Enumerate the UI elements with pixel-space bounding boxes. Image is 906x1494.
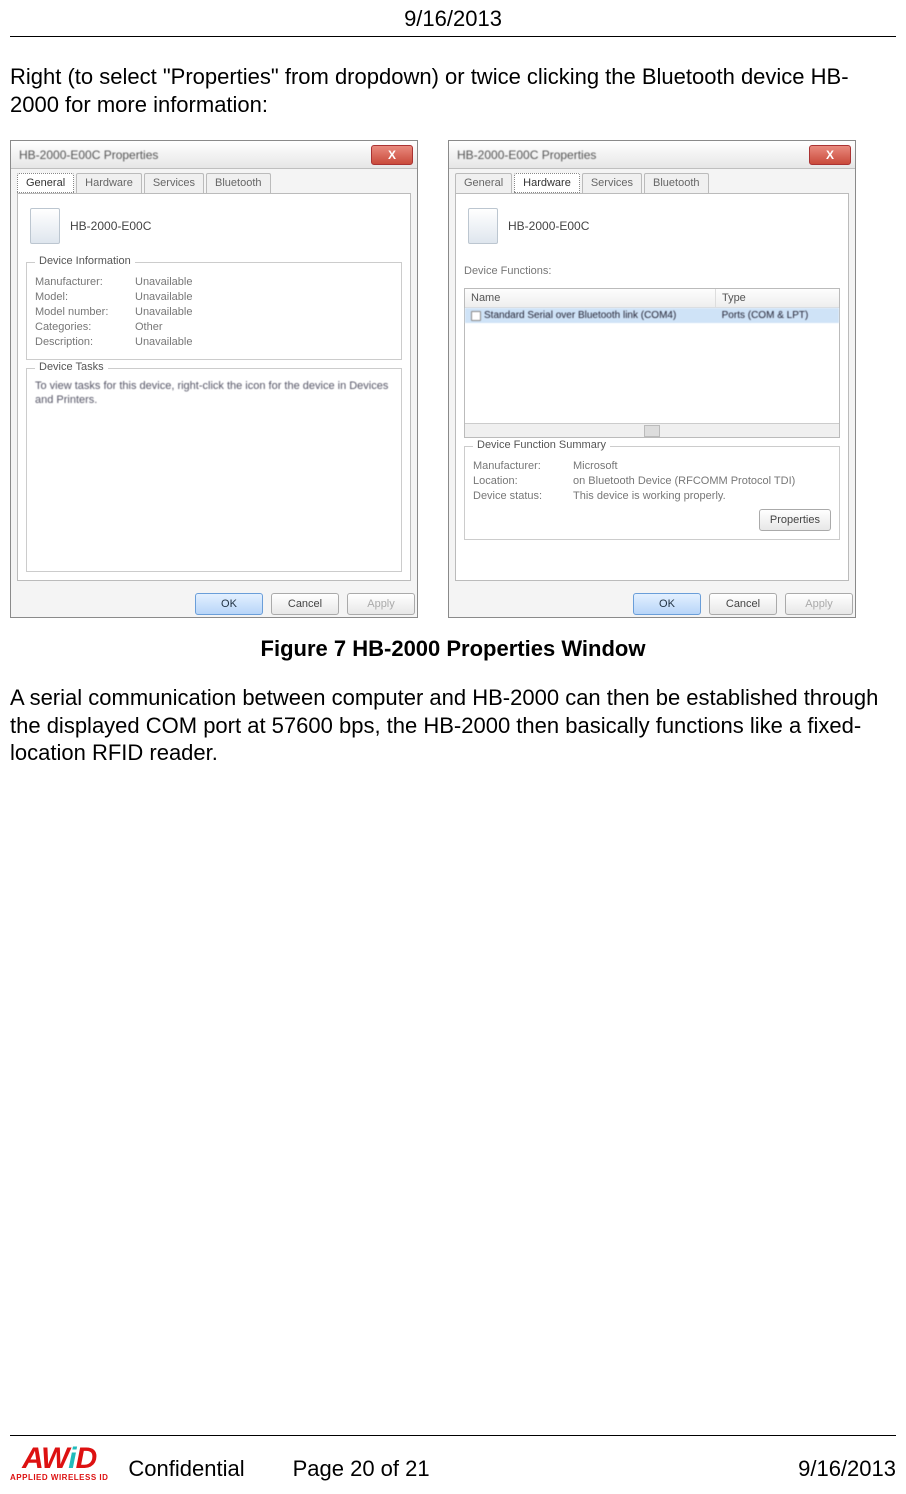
device-functions-label: Device Functions: bbox=[464, 265, 551, 277]
value-device-status: This device is working properly. bbox=[573, 490, 726, 502]
tab-strip: General Hardware Services Bluetooth bbox=[11, 169, 417, 193]
footer-confidential: Confidential bbox=[128, 1456, 244, 1482]
awid-logo: AWiD APPLIED WIRELESS ID bbox=[10, 1444, 108, 1482]
ok-button[interactable]: OK bbox=[195, 593, 263, 615]
label-location: Location: bbox=[473, 475, 573, 487]
list-item-name: Standard Serial over Bluetooth link (COM… bbox=[484, 310, 676, 321]
dialog-button-row: OK Cancel Apply bbox=[11, 587, 417, 617]
device-name: HB-2000-E00C bbox=[70, 219, 151, 233]
figures-row: HB-2000-E00C Properties X General Hardwa… bbox=[10, 140, 896, 618]
page-header-date: 9/16/2013 bbox=[10, 0, 896, 37]
device-icon bbox=[468, 208, 498, 244]
close-button[interactable]: X bbox=[371, 145, 413, 165]
tab-strip: General Hardware Services Bluetooth bbox=[449, 169, 855, 193]
tasks-text: To view tasks for this device, right-cli… bbox=[35, 379, 393, 408]
list-item[interactable]: Standard Serial over Bluetooth link (COM… bbox=[465, 308, 839, 323]
tab-bluetooth[interactable]: Bluetooth bbox=[644, 173, 708, 193]
label-device-status: Device status: bbox=[473, 490, 573, 502]
dialog-button-row: OK Cancel Apply bbox=[449, 587, 855, 617]
page-footer: AWiD APPLIED WIRELESS ID Confidential Pa… bbox=[10, 1435, 896, 1482]
label-manufacturer: Manufacturer: bbox=[35, 276, 135, 288]
cancel-button[interactable]: Cancel bbox=[271, 593, 339, 615]
tab-services[interactable]: Services bbox=[582, 173, 642, 193]
properties-dialog-general: HB-2000-E00C Properties X General Hardwa… bbox=[10, 140, 418, 618]
tab-general[interactable]: General bbox=[17, 173, 74, 193]
tab-hardware[interactable]: Hardware bbox=[76, 173, 142, 193]
device-function-summary-group: Device Function Summary Manufacturer:Mic… bbox=[464, 446, 840, 540]
close-button[interactable]: X bbox=[809, 145, 851, 165]
tab-content: HB-2000-E00C Device Information Manufact… bbox=[17, 193, 411, 581]
label-model: Model: bbox=[35, 291, 135, 303]
intro-paragraph: Right (to select "Properties" from dropd… bbox=[10, 63, 896, 118]
column-type[interactable]: Type bbox=[716, 289, 839, 307]
apply-button[interactable]: Apply bbox=[347, 593, 415, 615]
tab-hardware[interactable]: Hardware bbox=[514, 173, 580, 193]
properties-button[interactable]: Properties bbox=[759, 509, 831, 531]
value-model: Unavailable bbox=[135, 291, 192, 303]
titlebar: HB-2000-E00C Properties X bbox=[11, 141, 417, 169]
value-categories: Other bbox=[135, 321, 163, 333]
footer-page-number: Page 20 of 21 bbox=[293, 1456, 430, 1482]
group-title: Device Tasks bbox=[35, 361, 108, 373]
window-title: HB-2000-E00C Properties bbox=[457, 148, 596, 162]
list-item-type: Ports (COM & LPT) bbox=[716, 308, 839, 323]
port-icon bbox=[471, 311, 481, 321]
footer-date: 9/16/2013 bbox=[798, 1456, 896, 1482]
properties-dialog-hardware: HB-2000-E00C Properties X General Hardwa… bbox=[448, 140, 856, 618]
body-paragraph: A serial communication between computer … bbox=[10, 684, 896, 767]
value-manufacturer: Microsoft bbox=[573, 460, 618, 472]
logo-subtitle: APPLIED WIRELESS ID bbox=[10, 1474, 108, 1482]
titlebar: HB-2000-E00C Properties X bbox=[449, 141, 855, 169]
tab-bluetooth[interactable]: Bluetooth bbox=[206, 173, 270, 193]
cancel-button[interactable]: Cancel bbox=[709, 593, 777, 615]
label-description: Description: bbox=[35, 336, 135, 348]
window-title: HB-2000-E00C Properties bbox=[19, 148, 158, 162]
device-information-group: Device Information Manufacturer:Unavaila… bbox=[26, 262, 402, 360]
device-tasks-group: Device Tasks To view tasks for this devi… bbox=[26, 368, 402, 572]
horizontal-scrollbar[interactable] bbox=[465, 423, 839, 437]
label-manufacturer: Manufacturer: bbox=[473, 460, 573, 472]
ok-button[interactable]: OK bbox=[633, 593, 701, 615]
value-manufacturer: Unavailable bbox=[135, 276, 192, 288]
apply-button[interactable]: Apply bbox=[785, 593, 853, 615]
value-location: on Bluetooth Device (RFCOMM Protocol TDI… bbox=[573, 475, 795, 487]
device-functions-list[interactable]: Name Type Standard Serial over Bluetooth… bbox=[464, 288, 840, 438]
group-title: Device Function Summary bbox=[473, 439, 610, 451]
group-title: Device Information bbox=[35, 255, 135, 267]
figure-caption: Figure 7 HB-2000 Properties Window bbox=[10, 636, 896, 662]
device-icon bbox=[30, 208, 60, 244]
label-categories: Categories: bbox=[35, 321, 135, 333]
tab-content: HB-2000-E00C Device Functions: Name Type… bbox=[455, 193, 849, 581]
tab-general[interactable]: General bbox=[455, 173, 512, 193]
device-name: HB-2000-E00C bbox=[508, 219, 589, 233]
column-name[interactable]: Name bbox=[465, 289, 716, 307]
value-description: Unavailable bbox=[135, 336, 192, 348]
tab-services[interactable]: Services bbox=[144, 173, 204, 193]
label-model-number: Model number: bbox=[35, 306, 135, 318]
value-model-number: Unavailable bbox=[135, 306, 192, 318]
